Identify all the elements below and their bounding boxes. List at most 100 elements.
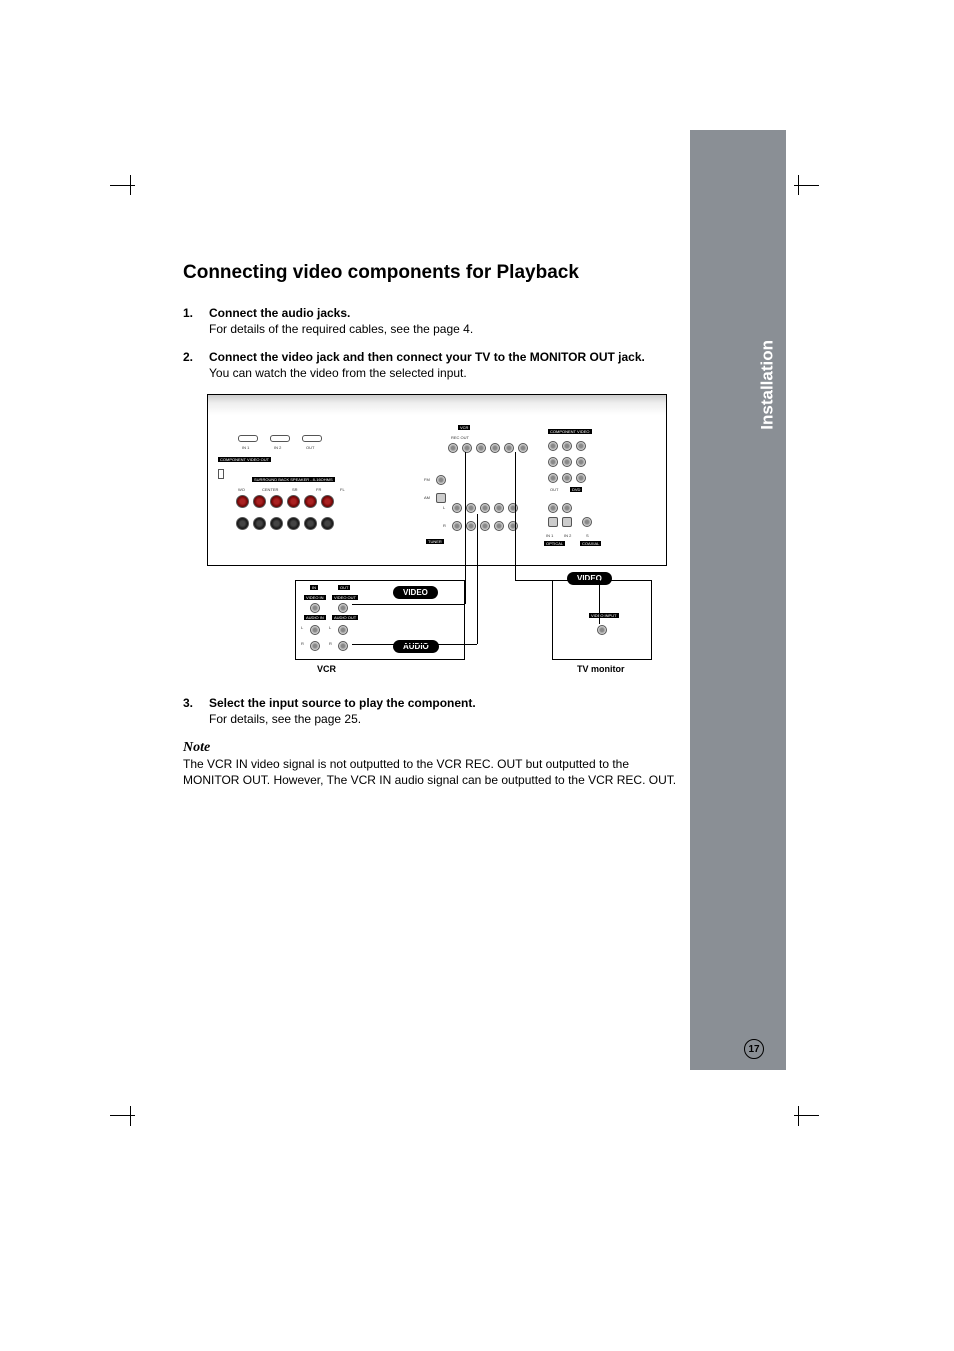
rca-jack-icon <box>448 443 458 453</box>
video-label: VIDEO <box>567 572 612 585</box>
component-jack-icon <box>576 457 586 467</box>
optical-jack-icon <box>562 517 572 527</box>
section-tab: Installation <box>690 130 786 1070</box>
note-body: The VCR IN video signal is not outputted… <box>183 756 683 788</box>
rca-jack-icon <box>504 443 514 453</box>
component-jack-icon <box>562 457 572 467</box>
panel-label: VIDEO INPUT <box>589 613 619 618</box>
panel-label: IN 1 <box>546 533 553 538</box>
video-label: VIDEO <box>393 586 438 599</box>
rca-jack-icon <box>310 641 320 651</box>
rca-jack-icon <box>476 443 486 453</box>
rca-jack-icon <box>462 443 472 453</box>
rca-jack-icon <box>490 443 500 453</box>
component-jack-icon <box>576 473 586 483</box>
binding-post-icon <box>236 517 249 530</box>
step-detail: For details of the required cables, see … <box>209 322 473 336</box>
panel-label: COMPONENT VIDEO <box>548 429 592 434</box>
rca-jack-icon <box>452 521 462 531</box>
panel-label: IN <box>310 585 318 590</box>
panel-label: L <box>301 625 303 630</box>
page-content: Connecting video components for Playback… <box>183 262 683 788</box>
audio-label: AUDIO <box>393 640 439 653</box>
crop-mark <box>110 1115 135 1116</box>
component-jack-icon <box>548 473 558 483</box>
binding-post-icon <box>236 495 249 508</box>
vcr-device: IN OUT VIDEO IN VIDEO OUT AUDIO IN AUDIO… <box>295 580 465 660</box>
step-heading: Connect the video jack and then connect … <box>209 350 645 364</box>
panel-label: IN 2 <box>274 445 281 450</box>
cable-line <box>477 514 478 644</box>
panel-label: COMPONENT VIDEO OUT <box>218 457 271 462</box>
cable-line <box>515 580 599 581</box>
digital-jack-icon <box>548 503 558 513</box>
note-heading: Note <box>183 740 683 756</box>
connector-icon <box>270 435 290 442</box>
panel-label: OUT <box>306 445 314 450</box>
component-jack-icon <box>562 441 572 451</box>
step-number: 1. <box>183 306 209 336</box>
binding-post-icon <box>253 495 266 508</box>
step-heading: Select the input source to play the comp… <box>209 696 476 710</box>
binding-post-icon <box>287 517 300 530</box>
cable-line <box>515 452 516 580</box>
tv-monitor-device: VIDEO INPUT <box>552 580 652 660</box>
component-jack-icon <box>576 441 586 451</box>
tv-caption: TV monitor <box>577 664 625 674</box>
page-number: 17 <box>744 1039 764 1059</box>
panel-label: L <box>443 505 445 510</box>
cable-line <box>465 452 466 604</box>
step-detail: For details, see the page 25. <box>209 712 476 726</box>
page-title: Connecting video components for Playback <box>183 262 683 284</box>
rca-jack-icon <box>452 503 462 513</box>
antenna-jack-icon <box>436 493 446 503</box>
step-number: 2. <box>183 350 209 380</box>
antenna-icon <box>218 469 224 479</box>
panel-label: IN 1 <box>242 445 249 450</box>
panel-label: CENTER <box>262 487 278 492</box>
panel-label: VIDEO OUT <box>332 595 358 600</box>
binding-post-icon <box>287 495 300 508</box>
rca-jack-icon <box>338 641 348 651</box>
cable-line <box>352 604 465 605</box>
crop-mark <box>794 185 819 186</box>
step-1: 1. Connect the audio jacks. For details … <box>183 306 683 336</box>
panel-label: L <box>329 625 331 630</box>
panel-label: VIDEO IN <box>304 595 326 600</box>
panel-label: R <box>301 641 304 646</box>
rca-jack-icon <box>466 503 476 513</box>
rca-jack-icon <box>508 521 518 531</box>
crop-mark <box>110 185 135 186</box>
binding-post-icon <box>304 517 317 530</box>
panel-label: FR <box>316 487 321 492</box>
step-2: 2. Connect the video jack and then conne… <box>183 350 683 380</box>
panel-label: OUT <box>338 585 350 590</box>
cable-line <box>599 580 600 624</box>
rca-jack-icon <box>494 503 504 513</box>
binding-post-icon <box>270 517 283 530</box>
section-tab-label: Installation <box>758 340 778 430</box>
panel-label: AM <box>424 495 430 500</box>
digital-jack-icon <box>562 503 572 513</box>
panel-label: FL <box>340 487 345 492</box>
panel-label: AUDIO IN <box>304 615 326 620</box>
panel-label: AUDIO OUT <box>332 615 358 620</box>
rca-jack-icon <box>480 521 490 531</box>
crop-mark <box>794 1115 819 1116</box>
rca-jack-icon <box>310 625 320 635</box>
panel-label: SURROUND BACK SPEAKER - 8-16OHMS <box>252 477 335 482</box>
panel-label: TUNER <box>426 539 444 544</box>
panel-label: WO <box>238 487 245 492</box>
panel-label: IN 2 <box>564 533 571 538</box>
antenna-jack-icon <box>436 475 446 485</box>
panel-label: S <box>586 533 589 538</box>
component-jack-icon <box>548 441 558 451</box>
panel-label: COAXIAL <box>580 541 601 546</box>
binding-post-icon <box>321 495 334 508</box>
panel-label: DVD <box>570 487 582 492</box>
panel-label: VCR <box>458 425 470 430</box>
cable-line <box>352 644 477 645</box>
rca-jack-icon <box>518 443 528 453</box>
vcr-caption: VCR <box>317 664 336 674</box>
rca-jack-icon <box>466 521 476 531</box>
